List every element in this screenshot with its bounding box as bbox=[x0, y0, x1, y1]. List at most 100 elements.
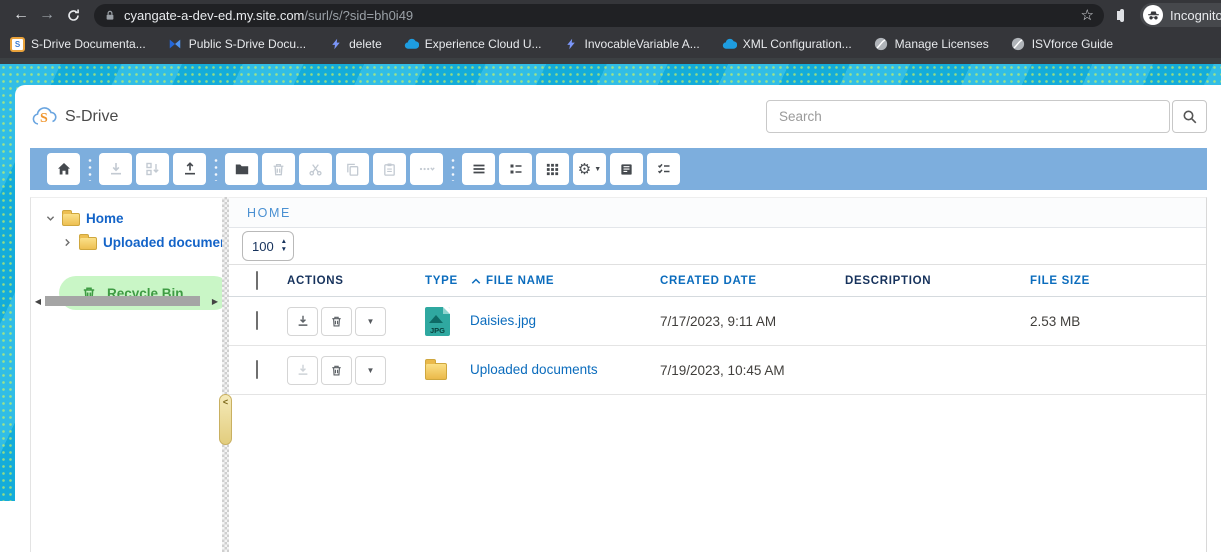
home-button[interactable] bbox=[47, 153, 80, 185]
row-checkbox[interactable] bbox=[256, 360, 258, 379]
jpg-file-icon: JPG bbox=[425, 307, 450, 336]
bookmark-label: InvocableVariable A... bbox=[585, 37, 700, 51]
page-size-value: 100 bbox=[252, 239, 281, 254]
page-size-stepper[interactable]: 100 ▲ ▼ bbox=[242, 231, 294, 261]
toolbar-separator bbox=[87, 157, 93, 181]
grid-view-button[interactable] bbox=[536, 153, 569, 185]
preview-pane-icon bbox=[619, 162, 634, 177]
row-delete-button[interactable] bbox=[321, 307, 352, 336]
select-all-checkbox[interactable] bbox=[256, 271, 258, 290]
table-row: ▼ JPG Daisies.jpg 7/17/2023, 9:11 AM 2.5… bbox=[229, 297, 1206, 346]
sdrive-logo-icon: S bbox=[31, 107, 59, 127]
incognito-label: Incognito bbox=[1170, 8, 1221, 23]
stepper-down-icon[interactable]: ▼ bbox=[281, 247, 287, 254]
bookmark-label: Manage Licenses bbox=[895, 37, 989, 51]
bookmark-manage-licenses[interactable]: Manage Licenses bbox=[874, 37, 989, 52]
stepper-arrows: ▲ ▼ bbox=[281, 239, 287, 254]
multi-download-button[interactable] bbox=[136, 153, 169, 185]
column-header-created-date[interactable]: CREATED DATE bbox=[660, 275, 845, 287]
grid-view-icon bbox=[545, 162, 560, 177]
image-art bbox=[429, 315, 443, 323]
page-background: S S-Drive bbox=[0, 64, 1221, 501]
bookmark-public-sdrive-docs[interactable]: Public S-Drive Docu... bbox=[168, 37, 306, 52]
copy-button[interactable] bbox=[336, 153, 369, 185]
folder-tree-panel: Home Uploaded documents Recycle Bin ◀ bbox=[30, 197, 222, 552]
column-header-type[interactable]: TYPE bbox=[425, 275, 470, 287]
back-button[interactable]: ← bbox=[8, 2, 34, 28]
column-header-actions: ACTIONS bbox=[287, 275, 425, 287]
detail-view-button[interactable] bbox=[499, 153, 532, 185]
chevron-right-icon[interactable] bbox=[61, 237, 74, 248]
scrollbar-thumb[interactable] bbox=[45, 296, 200, 306]
file-name-link[interactable]: Uploaded documents bbox=[470, 362, 598, 377]
column-header-label: FILE NAME bbox=[486, 275, 554, 287]
preview-pane-button[interactable] bbox=[610, 153, 643, 185]
url-path: /surl/s/?sid=bh0i49 bbox=[304, 8, 413, 23]
scroll-left-icon[interactable]: ◀ bbox=[33, 297, 43, 306]
search-input[interactable] bbox=[766, 100, 1170, 133]
row-delete-button[interactable] bbox=[321, 356, 352, 385]
row-more-button[interactable]: ▼ bbox=[355, 356, 386, 385]
toolbar-separator bbox=[213, 157, 219, 181]
panel-resize-gutter[interactable]: < bbox=[222, 197, 229, 552]
bookmark-experience-cloud[interactable]: Experience Cloud U... bbox=[404, 37, 542, 52]
tree-item-label: Home bbox=[86, 211, 124, 226]
row-more-button[interactable]: ▼ bbox=[355, 307, 386, 336]
bookmark-sdrive-documentation[interactable]: S S-Drive Documenta... bbox=[10, 37, 146, 52]
upload-icon bbox=[182, 161, 198, 177]
paste-button[interactable] bbox=[373, 153, 406, 185]
tree-item-uploaded-documents[interactable]: Uploaded documents bbox=[31, 230, 222, 254]
bookmark-xml-configuration[interactable]: XML Configuration... bbox=[722, 37, 852, 52]
stepper-up-icon[interactable]: ▲ bbox=[281, 239, 287, 246]
globe-icon bbox=[874, 37, 889, 52]
sdrive-favicon: S bbox=[10, 37, 25, 52]
panel-collapse-handle[interactable]: < bbox=[219, 394, 232, 445]
tree-horizontal-scrollbar[interactable]: ◀ ▶ bbox=[33, 294, 220, 308]
checklist-button[interactable] bbox=[647, 153, 680, 185]
bookmark-invocablevariable[interactable]: InvocableVariable A... bbox=[564, 37, 700, 52]
row-download-button[interactable] bbox=[287, 356, 318, 385]
settings-button[interactable]: ⚙ ▼ bbox=[573, 153, 606, 185]
incognito-badge: Incognito bbox=[1140, 3, 1221, 27]
bookmark-label: delete bbox=[349, 37, 382, 51]
download-button[interactable] bbox=[99, 153, 132, 185]
checklist-icon bbox=[656, 161, 672, 177]
chevron-down-icon: ▼ bbox=[594, 166, 601, 173]
row-download-button[interactable] bbox=[287, 307, 318, 336]
scroll-right-icon[interactable]: ▶ bbox=[210, 297, 220, 306]
search-button[interactable] bbox=[1172, 100, 1207, 133]
breadcrumb-bar: HOME bbox=[229, 198, 1206, 228]
delete-button[interactable] bbox=[262, 153, 295, 185]
address-bar[interactable]: cyangate-a-dev-ed.my.site.com/surl/s/?si… bbox=[94, 4, 1104, 27]
row-checkbox[interactable] bbox=[256, 311, 258, 330]
download-icon bbox=[108, 161, 124, 177]
column-header-file-name[interactable]: FILE NAME bbox=[470, 275, 660, 287]
trash-icon bbox=[271, 162, 286, 177]
tree-item-label: Uploaded documents bbox=[103, 235, 222, 250]
file-name-link[interactable]: Daisies.jpg bbox=[470, 313, 536, 328]
more-icon bbox=[418, 161, 436, 177]
search-group bbox=[766, 100, 1207, 133]
column-header-file-size[interactable]: FILE SIZE bbox=[1030, 275, 1206, 287]
list-view-button[interactable] bbox=[462, 153, 495, 185]
gear-icon: ⚙ bbox=[578, 162, 591, 177]
new-folder-button[interactable] bbox=[225, 153, 258, 185]
reload-button[interactable] bbox=[60, 2, 86, 28]
scrollbar-track[interactable] bbox=[43, 295, 210, 307]
created-date-cell: 7/17/2023, 9:11 AM bbox=[660, 314, 845, 329]
more-actions-button[interactable] bbox=[410, 153, 443, 185]
side-panel-icon[interactable] bbox=[1120, 9, 1124, 22]
breadcrumb[interactable]: HOME bbox=[247, 206, 291, 220]
multi-download-icon bbox=[145, 161, 161, 177]
bookmark-isvforce-guide[interactable]: ISVforce Guide bbox=[1011, 37, 1113, 52]
upload-button[interactable] bbox=[173, 153, 206, 185]
cut-button[interactable] bbox=[299, 153, 332, 185]
trash-icon bbox=[330, 315, 343, 328]
incognito-icon bbox=[1143, 5, 1163, 25]
bookmark-star-icon[interactable]: ☆ bbox=[1081, 6, 1094, 24]
forward-button[interactable]: → bbox=[34, 2, 60, 28]
tree-item-home[interactable]: Home bbox=[31, 206, 222, 230]
url-text: cyangate-a-dev-ed.my.site.com/surl/s/?si… bbox=[124, 8, 1081, 23]
chevron-down-icon[interactable] bbox=[44, 213, 57, 224]
bookmark-delete[interactable]: delete bbox=[328, 37, 382, 52]
